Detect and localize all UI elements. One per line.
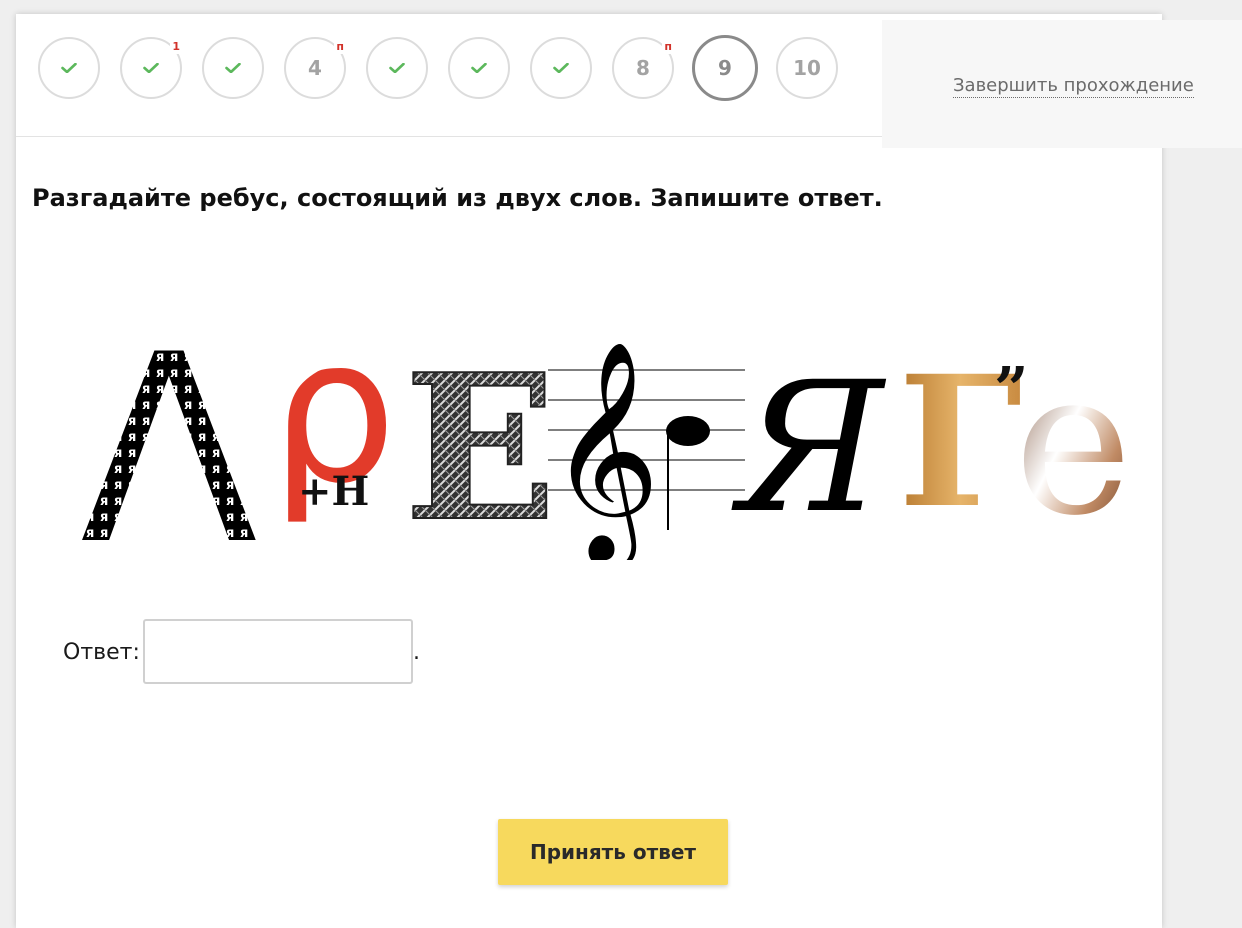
question-nav-item[interactable]: 9 xyxy=(692,35,758,101)
rebus-e-small: е xyxy=(1014,327,1132,560)
checkmark-icon xyxy=(61,63,77,73)
question-nav-badge: п xyxy=(334,40,346,54)
checkmark-icon xyxy=(553,63,569,73)
rebus-plus-n: +Н xyxy=(298,468,369,515)
checkmark-icon xyxy=(389,63,405,73)
rebus-ya: Я xyxy=(731,344,887,553)
question-nav-number: 4 xyxy=(308,56,322,80)
rebus-image: я Λ ρ +Н Е 𝄞 Я Г ” е xyxy=(80,300,1132,560)
checkmark-icon xyxy=(143,63,159,73)
rebus-e-letter: Е xyxy=(404,331,556,560)
question-navigation-bar: 1 4 п 8 п 9 10 Завершить прохождение xyxy=(16,14,1242,148)
question-nav-badge: 1 xyxy=(170,40,182,54)
question-nav-number: 10 xyxy=(793,56,821,80)
question-nav-item[interactable] xyxy=(366,37,428,99)
question-nav-number: 9 xyxy=(718,56,732,80)
question-nav-item[interactable]: 1 xyxy=(120,37,182,99)
question-title: Разгадайте ребус, состоящий из двух слов… xyxy=(32,184,883,212)
question-nav-item[interactable]: 10 xyxy=(776,37,838,99)
question-nav-item[interactable]: 8п xyxy=(612,37,674,99)
checkmark-icon xyxy=(225,63,241,73)
question-nav-item[interactable] xyxy=(448,37,510,99)
question-nav-item[interactable] xyxy=(530,37,592,99)
question-nav-badge: п xyxy=(662,40,674,54)
question-nav-item[interactable] xyxy=(202,37,264,99)
question-nav-item[interactable] xyxy=(38,37,100,99)
answer-input[interactable] xyxy=(143,619,413,684)
checkmark-icon xyxy=(471,63,487,73)
rebus-lambda: Λ xyxy=(80,300,259,560)
treble-clef-icon: 𝄞 xyxy=(548,339,660,560)
question-nav-item[interactable]: 4п xyxy=(284,37,346,99)
finish-link[interactable]: Завершить прохождение xyxy=(953,75,1194,98)
answer-label: Ответ: xyxy=(63,640,140,665)
question-nav-number: 8 xyxy=(636,56,650,80)
finish-panel: Завершить прохождение xyxy=(882,20,1242,148)
answer-suffix: . xyxy=(413,640,420,665)
music-note-icon xyxy=(666,416,710,446)
submit-answer-button[interactable]: Принять ответ xyxy=(498,819,728,885)
